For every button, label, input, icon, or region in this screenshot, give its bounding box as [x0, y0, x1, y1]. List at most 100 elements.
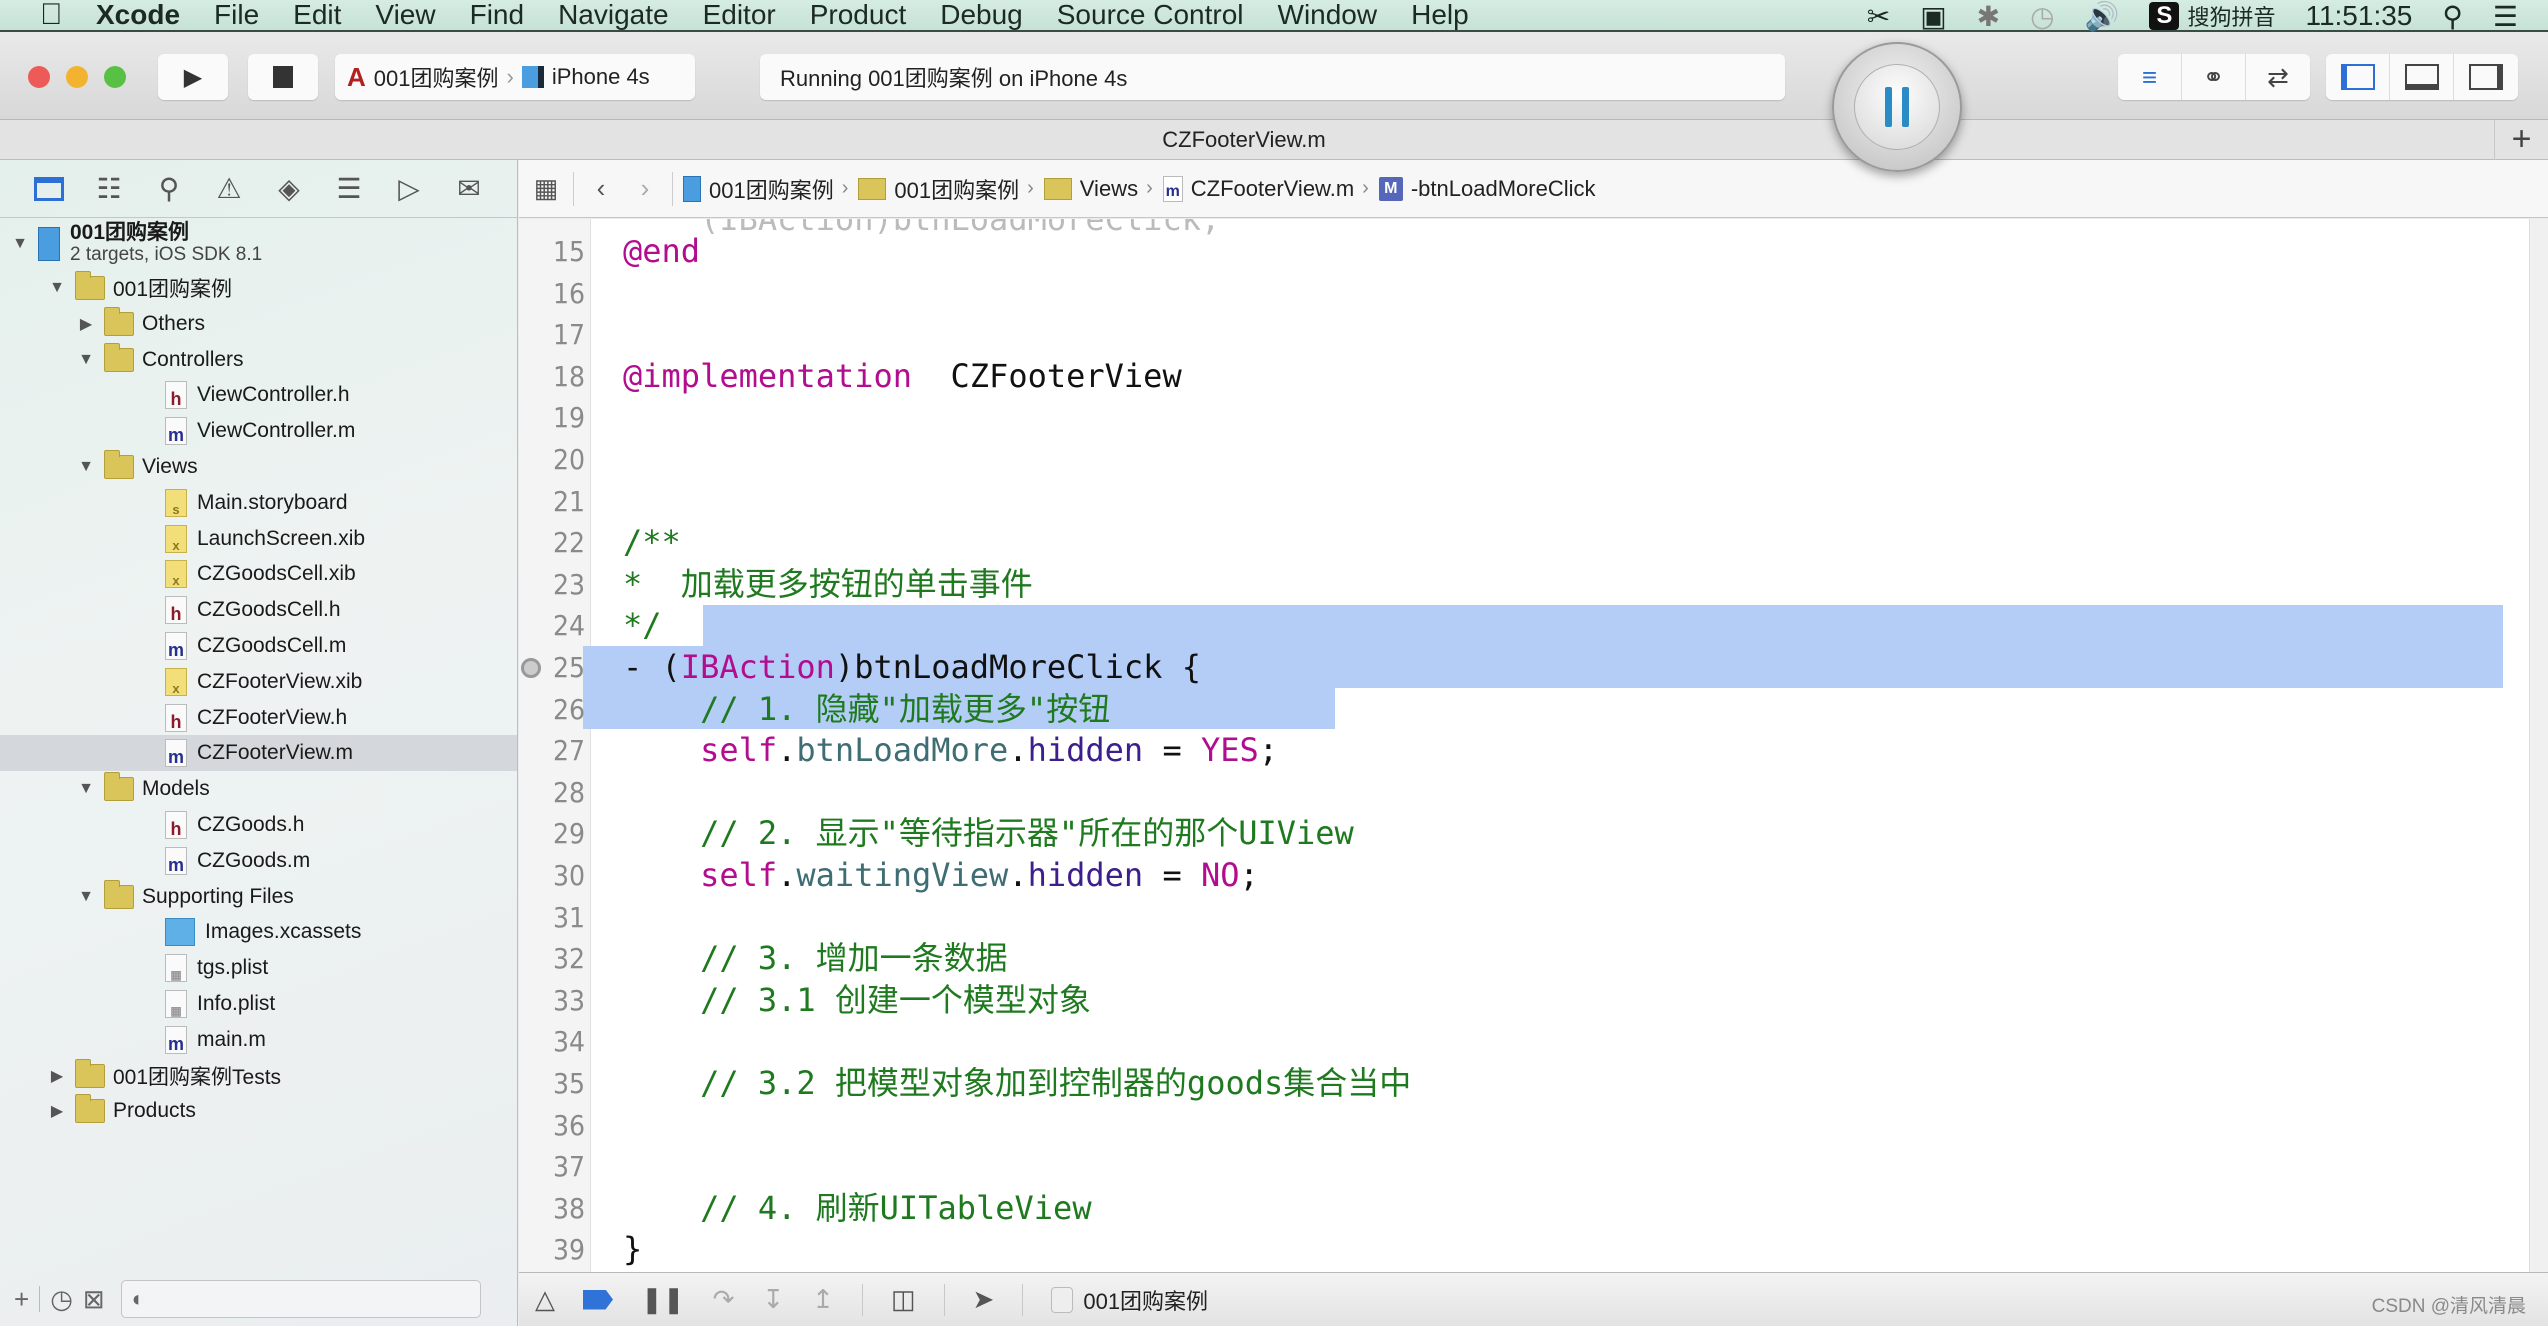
menu-window[interactable]: Window — [1278, 0, 1378, 31]
disclosure-down-icon[interactable]: ▼ — [76, 780, 96, 798]
menu-view[interactable]: View — [375, 0, 435, 31]
toggle-navigator-button[interactable] — [2326, 54, 2390, 100]
breadcrumb-views[interactable]: Views › — [1043, 176, 1153, 202]
code-line[interactable]: 19 — [519, 397, 2529, 439]
step-over-button[interactable]: ↷ — [713, 1284, 735, 1315]
add-tab-button[interactable]: + — [2494, 120, 2548, 160]
code-line[interactable]: 33 // 3.1 创建一个模型对象 — [519, 980, 2529, 1022]
apple-menu-icon[interactable]:  — [40, 0, 96, 32]
code-line[interactable]: 24 */ — [519, 605, 2529, 647]
menu-source-control[interactable]: Source Control — [1057, 0, 1244, 31]
recent-files-icon[interactable]: ◷ — [50, 1284, 73, 1315]
code-line[interactable]: 37 — [519, 1146, 2529, 1188]
clock[interactable]: 11:51:35 — [2305, 0, 2412, 32]
tree-file[interactable]: h CZGoods.h — [0, 807, 517, 843]
menu-help[interactable]: Help — [1411, 0, 1469, 31]
toggle-utilities-button[interactable] — [2454, 54, 2518, 100]
menu-debug[interactable]: Debug — [940, 0, 1023, 31]
hide-debug-area-button[interactable]: △ — [535, 1284, 555, 1315]
code-line[interactable]: 20 — [519, 439, 2529, 481]
tree-folder[interactable]: ▼ Controllers — [0, 342, 517, 378]
tree-item-project[interactable]: ▼ 001团购案例 2 targets, iOS SDK 8.1 — [0, 220, 517, 268]
screen-record-icon[interactable]: ▣ — [1920, 0, 1946, 33]
navigator-filter-input[interactable]: ◐ — [120, 1280, 481, 1318]
tree-file[interactable]: m CZGoods.m — [0, 843, 517, 879]
test-navigator-tab[interactable]: ◈ — [270, 170, 308, 208]
disclosure-right-icon[interactable]: ▶ — [76, 314, 96, 334]
related-items-button[interactable]: ▦ — [529, 173, 563, 204]
tree-file[interactable]: m main.m — [0, 1022, 517, 1058]
code-line[interactable]: 15 @end — [519, 231, 2529, 273]
volume-icon[interactable]: 🔊 — [2085, 0, 2120, 33]
disclosure-down-icon[interactable]: ▼ — [76, 458, 96, 476]
code-line[interactable]: 26 // 1. 隐藏"加载更多"按钮 — [519, 689, 2529, 731]
process-selector[interactable]: 001团购案例 — [1051, 1284, 1208, 1316]
back-button[interactable]: ‹ — [584, 173, 618, 204]
run-button[interactable]: ▶ — [158, 54, 228, 100]
modified-files-icon[interactable]: ⊠ — [83, 1284, 105, 1315]
breadcrumb-method[interactable]: M -btnLoadMoreClick — [1378, 176, 1595, 202]
breadcrumb-project[interactable]: 001团购案例 › — [683, 173, 848, 205]
tree-file[interactable]: x LaunchScreen.xib — [0, 521, 517, 557]
code-line[interactable]: 25 - (IBAction)btnLoadMoreClick { — [519, 647, 2529, 689]
code-line[interactable]: 31 — [519, 897, 2529, 939]
breakpoint-navigator-tab[interactable]: ▷ — [390, 170, 428, 208]
code-line[interactable]: 27 self.btnLoadMore.hidden = YES; — [519, 730, 2529, 772]
zoom-window-button[interactable] — [104, 66, 126, 88]
menu-find[interactable]: Find — [470, 0, 524, 31]
add-file-button[interactable]: + — [14, 1284, 29, 1315]
disclosure-right-icon[interactable]: ▶ — [47, 1101, 67, 1121]
source-editor[interactable]: (IBAction)btnLoadMoreClick; 15 @end 16 17 18… — [519, 219, 2529, 1272]
menu-navigate[interactable]: Navigate — [558, 0, 669, 31]
notification-center-icon[interactable]: ☰ — [2493, 0, 2518, 33]
tree-file[interactable]: m CZGoodsCell.m — [0, 628, 517, 664]
stop-button[interactable] — [248, 54, 318, 100]
disclosure-down-icon[interactable]: ▼ — [47, 279, 67, 297]
pause-recording-overlay[interactable] — [1832, 42, 1962, 172]
spotlight-search-icon[interactable]: ⚲ — [2442, 0, 2463, 33]
toggle-debug-area-button[interactable] — [2390, 54, 2454, 100]
forward-button[interactable]: › — [628, 173, 662, 204]
bluetooth-icon[interactable]: ✱ — [1977, 0, 2000, 33]
tree-file[interactable]: m CZFooterView.m — [0, 735, 517, 772]
code-line[interactable]: 39} — [519, 1229, 2529, 1271]
menu-file[interactable]: File — [214, 0, 259, 31]
disclosure-down-icon[interactable]: ▼ — [76, 888, 96, 906]
code-line[interactable]: 35 // 3.2 把模型对象加到控制器的goods集合当中 — [519, 1063, 2529, 1105]
symbol-navigator-tab[interactable]: ☷ — [90, 170, 128, 208]
tree-file[interactable]: Images.xcassets — [0, 914, 517, 950]
close-window-button[interactable] — [28, 66, 50, 88]
tree-file[interactable]: ▦ tgs.plist — [0, 950, 517, 986]
tree-file[interactable]: h CZFooterView.h — [0, 700, 517, 736]
code-line[interactable]: 16 — [519, 273, 2529, 315]
tree-folder[interactable]: ▶ Others — [0, 306, 517, 342]
code-line[interactable]: 28 — [519, 772, 2529, 814]
tree-folder[interactable]: ▶ 001团购案例Tests — [0, 1058, 517, 1094]
menu-edit[interactable]: Edit — [293, 0, 341, 31]
editor-scrollbar[interactable] — [2529, 219, 2548, 1272]
project-navigator-tab[interactable] — [30, 170, 68, 208]
tree-file[interactable]: x CZFooterView.xib — [0, 664, 517, 700]
code-line[interactable]: 36 — [519, 1105, 2529, 1147]
tree-folder[interactable]: ▼ 001团购案例 — [0, 270, 517, 306]
disclosure-down-icon[interactable]: ▼ — [76, 351, 96, 369]
menu-xcode[interactable]: Xcode — [96, 0, 180, 31]
tree-folder[interactable]: ▶ Products — [0, 1093, 517, 1129]
find-navigator-tab[interactable]: ⚲ — [150, 170, 188, 208]
code-line[interactable]: 29 // 2. 显示"等待指示器"所在的那个UIView — [519, 813, 2529, 855]
scissors-icon[interactable]: ✂ — [1867, 0, 1890, 33]
tree-folder[interactable]: ▼ Models — [0, 771, 517, 807]
breadcrumb-group[interactable]: 001团购案例 › — [858, 173, 1034, 205]
debug-navigator-tab[interactable]: ☰ — [330, 170, 368, 208]
tree-file[interactable]: m ViewController.m — [0, 413, 517, 449]
view-debugger-button[interactable]: ◫ — [891, 1284, 916, 1315]
tree-folder[interactable]: ▼ Views — [0, 449, 517, 485]
breadcrumb-file[interactable]: m CZFooterView.m › — [1162, 175, 1369, 202]
tree-file[interactable]: h ViewController.h — [0, 377, 517, 413]
code-line[interactable]: 17 — [519, 314, 2529, 356]
minimize-window-button[interactable] — [66, 66, 88, 88]
disclosure-right-icon[interactable]: ▶ — [47, 1066, 67, 1086]
tree-file[interactable]: h CZGoodsCell.h — [0, 592, 517, 628]
tree-file[interactable]: ▦ Info.plist — [0, 986, 517, 1022]
time-machine-icon[interactable]: ◷ — [2030, 0, 2054, 33]
